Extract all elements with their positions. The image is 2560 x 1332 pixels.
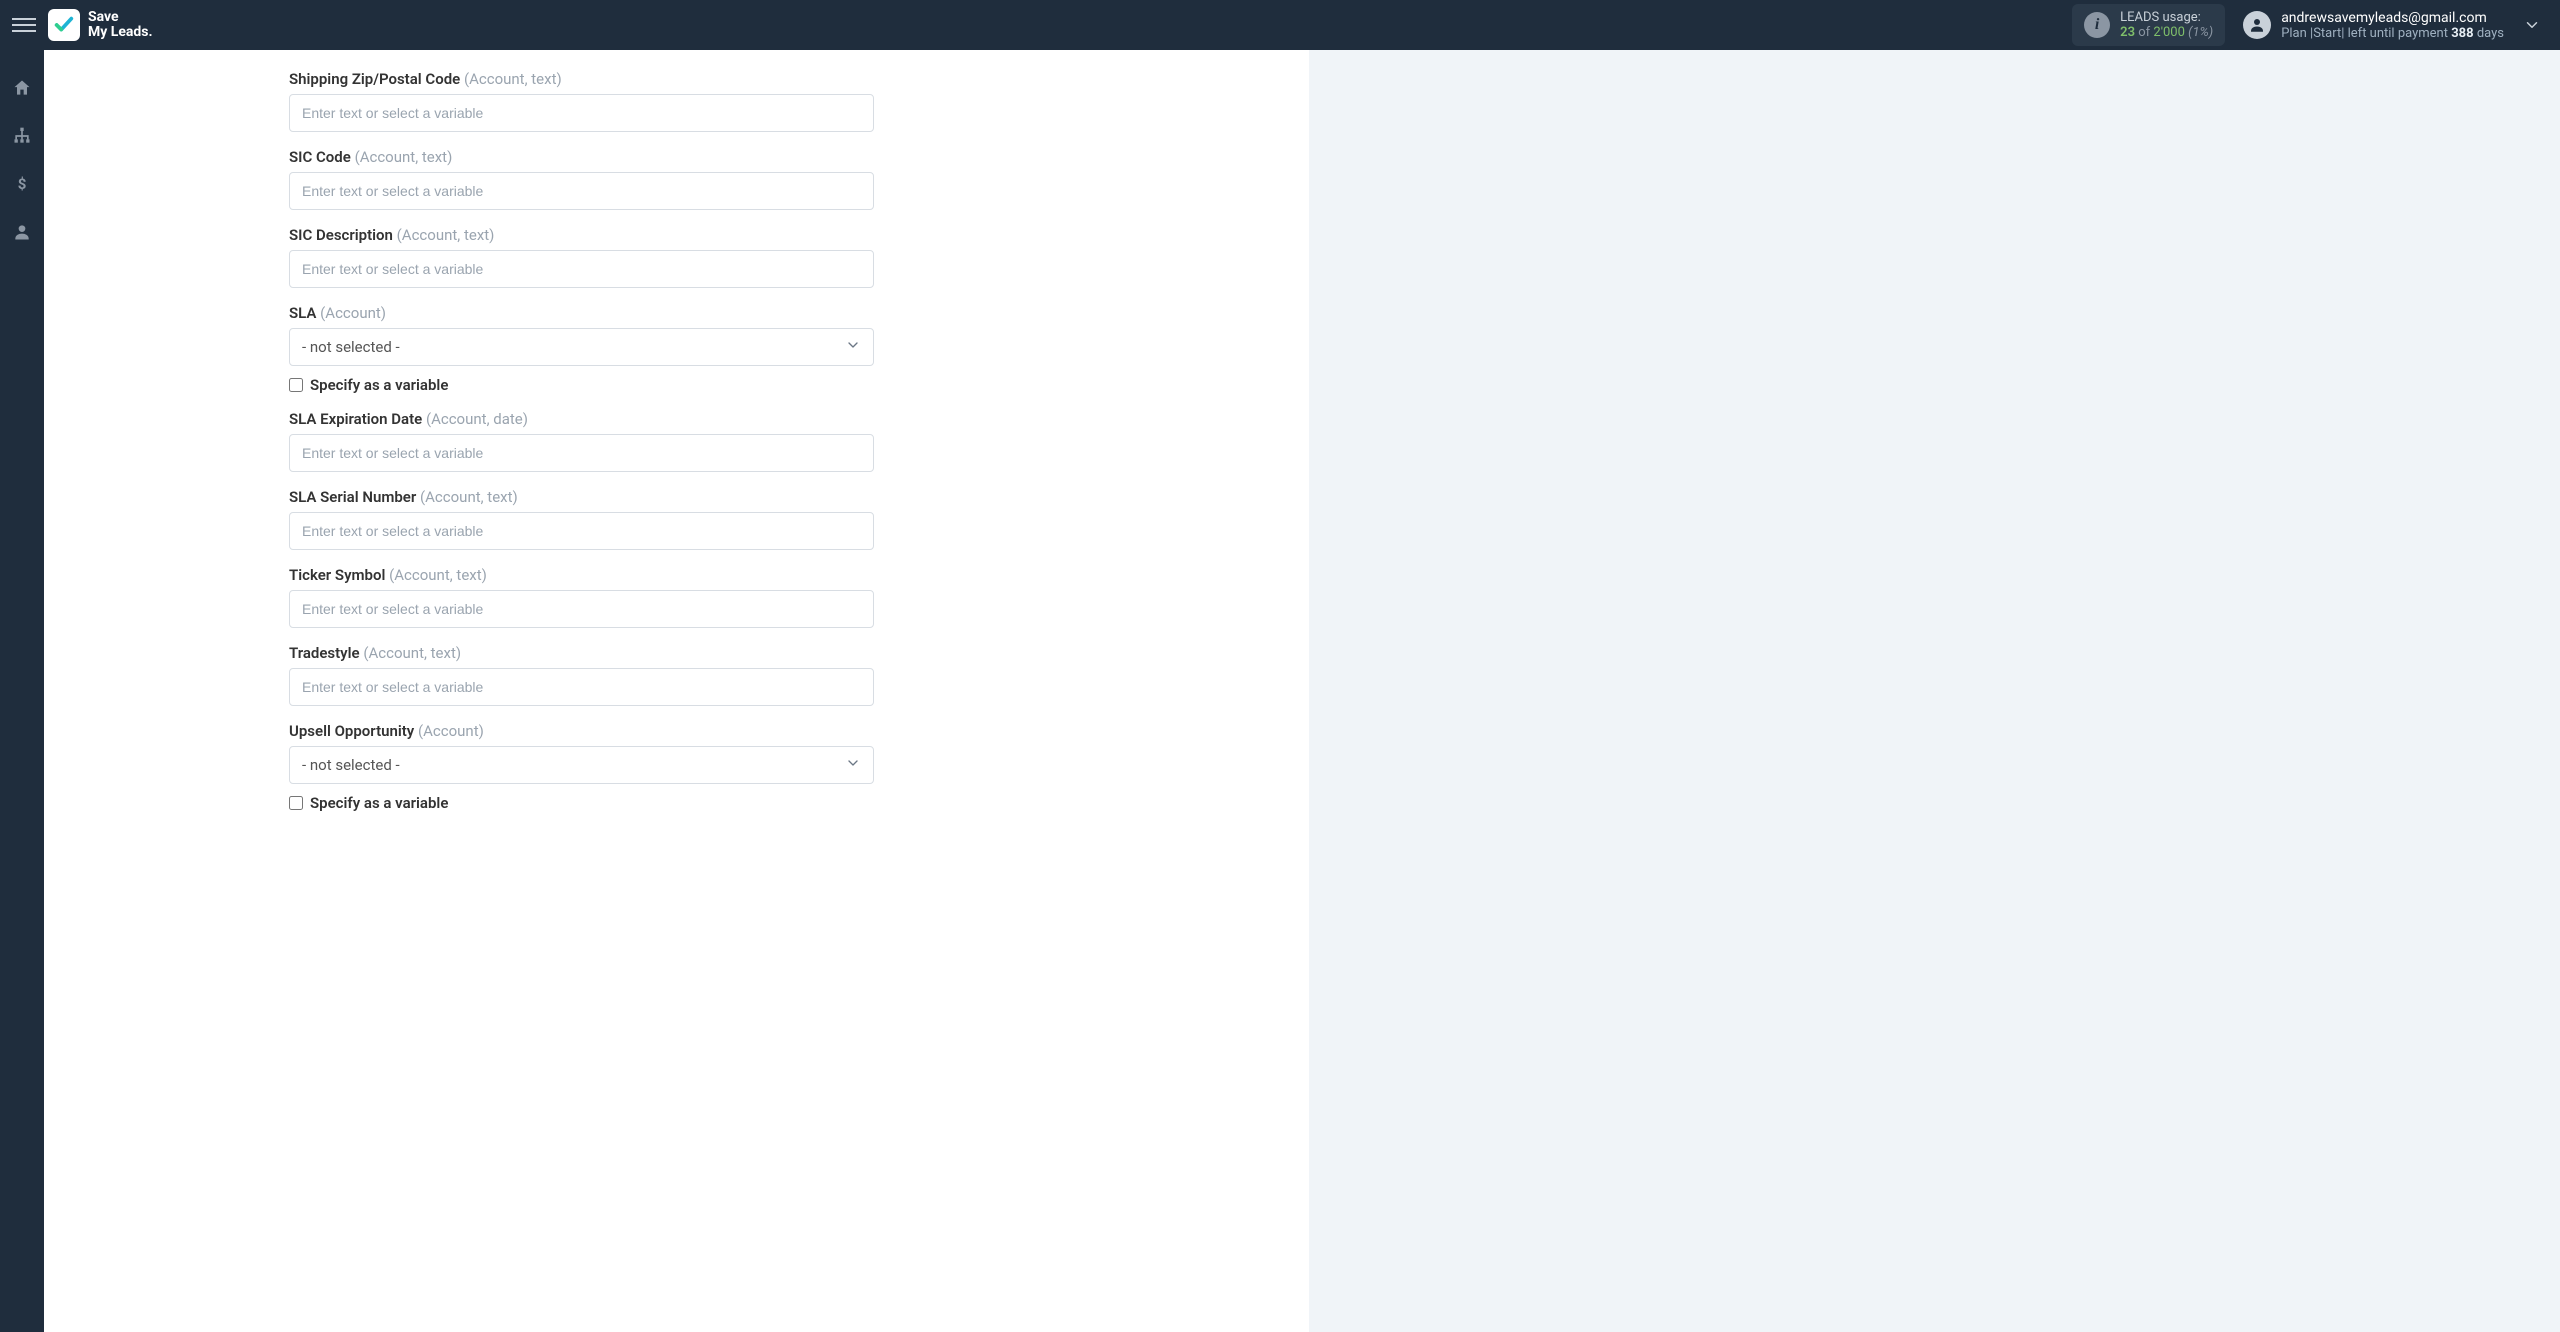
field-shipping-zip: Shipping Zip/Postal Code (Account, text) bbox=[289, 70, 874, 132]
field-label: SIC Code (Account, text) bbox=[289, 148, 874, 166]
tradestyle-input[interactable] bbox=[289, 668, 874, 706]
field-label: SLA (Account) bbox=[289, 304, 874, 322]
field-label: Tradestyle (Account, text) bbox=[289, 644, 874, 662]
field-upsell-opportunity: Upsell Opportunity (Account) - not selec… bbox=[289, 722, 874, 812]
sidebar-item-home[interactable] bbox=[8, 74, 36, 102]
brand-logo[interactable]: Save My Leads. bbox=[48, 9, 153, 41]
sla-specify-variable-checkbox[interactable] bbox=[289, 378, 303, 392]
account-plan: Plan |Start| left until payment 388 days bbox=[2281, 26, 2504, 41]
sidebar-nav: $ bbox=[0, 50, 44, 1332]
sidebar-item-integrations[interactable] bbox=[8, 122, 36, 150]
logo-mark-icon bbox=[48, 9, 80, 41]
field-tradestyle: Tradestyle (Account, text) bbox=[289, 644, 874, 706]
sla-specify-variable-row[interactable]: Specify as a variable bbox=[289, 376, 874, 394]
avatar-icon bbox=[2243, 11, 2271, 39]
usage-label: LEADS usage: bbox=[2120, 10, 2213, 25]
chevron-down-icon bbox=[845, 337, 861, 357]
sic-code-input[interactable] bbox=[289, 172, 874, 210]
field-label: SIC Description (Account, text) bbox=[289, 226, 874, 244]
shipping-zip-input[interactable] bbox=[289, 94, 874, 132]
sla-serial-input[interactable] bbox=[289, 512, 874, 550]
sidebar-item-account[interactable] bbox=[8, 218, 36, 246]
account-email: andrewsavemyleads@gmail.com bbox=[2281, 10, 2504, 26]
sic-description-input[interactable] bbox=[289, 250, 874, 288]
field-label: SLA Serial Number (Account, text) bbox=[289, 488, 874, 506]
ticker-symbol-input[interactable] bbox=[289, 590, 874, 628]
field-sla: SLA (Account) - not selected - Specify a… bbox=[289, 304, 874, 394]
brand-name: Save My Leads. bbox=[88, 10, 153, 39]
leads-usage-box: i LEADS usage: 23 of 2'000 (1%) bbox=[2072, 4, 2225, 46]
select-value: - not selected - bbox=[302, 756, 400, 774]
account-info[interactable]: andrewsavemyleads@gmail.com Plan |Start|… bbox=[2243, 10, 2504, 41]
form-card: Shipping Zip/Postal Code (Account, text)… bbox=[44, 50, 1309, 1332]
field-sic-code: SIC Code (Account, text) bbox=[289, 148, 874, 210]
sla-select[interactable]: - not selected - bbox=[289, 328, 874, 366]
specify-variable-label: Specify as a variable bbox=[310, 794, 448, 812]
upsell-select[interactable]: - not selected - bbox=[289, 746, 874, 784]
svg-text:$: $ bbox=[18, 175, 27, 193]
sla-expiration-input[interactable] bbox=[289, 434, 874, 472]
field-label: Upsell Opportunity (Account) bbox=[289, 722, 874, 740]
sidebar-item-billing[interactable]: $ bbox=[8, 170, 36, 198]
app-header: Save My Leads. i LEADS usage: 23 of 2'00… bbox=[0, 0, 2560, 50]
select-value: - not selected - bbox=[302, 338, 400, 356]
account-dropdown-toggle[interactable] bbox=[2516, 9, 2548, 41]
specify-variable-label: Specify as a variable bbox=[310, 376, 448, 394]
upsell-specify-variable-row[interactable]: Specify as a variable bbox=[289, 794, 874, 812]
field-label: Shipping Zip/Postal Code (Account, text) bbox=[289, 70, 874, 88]
main-content: Shipping Zip/Postal Code (Account, text)… bbox=[44, 50, 2560, 1332]
field-sla-serial: SLA Serial Number (Account, text) bbox=[289, 488, 874, 550]
usage-values: 23 of 2'000 (1%) bbox=[2120, 25, 2213, 40]
info-icon: i bbox=[2084, 12, 2110, 38]
field-ticker-symbol: Ticker Symbol (Account, text) bbox=[289, 566, 874, 628]
field-label: Ticker Symbol (Account, text) bbox=[289, 566, 874, 584]
field-sla-expiration: SLA Expiration Date (Account, date) bbox=[289, 410, 874, 472]
menu-toggle-button[interactable] bbox=[12, 13, 36, 37]
field-sic-description: SIC Description (Account, text) bbox=[289, 226, 874, 288]
field-label: SLA Expiration Date (Account, date) bbox=[289, 410, 874, 428]
chevron-down-icon bbox=[845, 755, 861, 775]
upsell-specify-variable-checkbox[interactable] bbox=[289, 796, 303, 810]
